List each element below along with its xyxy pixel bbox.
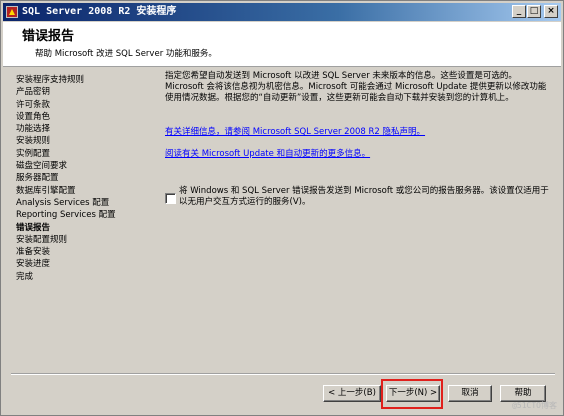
nav-step-item: 完成 [16,271,34,282]
step-navigation: 安装程序支持规则 产品密钥 许可条款 设置角色功能选择 安装规则 实例配置磁盘空间要求 服务… [16,74,156,283]
page-header: 错误报告 帮助 Microsoft 改进 SQL Server 功能和服务。 [3,22,561,67]
nav-step-item: 准备安装 [16,247,51,258]
privacy-statement-link[interactable]: 有关详细信息，请参阅 Microsoft SQL Server 2008 R2 … [165,125,425,137]
cancel-button[interactable]: 取消 [448,385,492,402]
installer-window: SQL Server 2008 R2 安装程序 _ □ × 错误报告 帮助 Mi… [0,0,564,416]
page-title: 错误报告 [22,29,75,44]
nav-step-item: 错误报告 [16,222,51,233]
intro-text: 指定您希望自动发送到 Microsoft 以改进 SQL Server 未来版本… [165,71,547,103]
nav-step-item: 磁盘空间要求 [16,161,68,172]
nav-step-item: 功能选择 [16,124,51,135]
nav-step-item: 安装程序支持规则 [16,75,85,85]
next-button-highlight [381,379,443,409]
page-subtitle: 帮助 Microsoft 改进 SQL Server 功能和服务。 [35,49,217,59]
nav-step-item: 安装配置规则 [16,234,68,245]
nav-step-item: 安装进度 [16,259,51,270]
nav-step-item: Analysis Services 配置 [16,197,110,208]
error-reporting-checkbox[interactable] [165,193,176,204]
nav-step-item: 服务器配置 [16,173,59,184]
main-content: 指定您希望自动发送到 Microsoft 以改进 SQL Server 未来版本… [165,71,553,371]
nav-step-item: 安装规则 [16,136,51,147]
nav-step-item: 设置角色 [16,111,51,122]
nav-step-item: Reporting Services 配置 [16,210,116,221]
nav-step-item: 数据库引擎配置 [16,185,76,196]
back-button[interactable]: < 上一步(B) [323,385,381,402]
close-button[interactable]: × [544,5,558,18]
error-reporting-checkbox-label[interactable]: 将 Windows 和 SQL Server 错误报告发送到 Microsoft… [179,186,551,208]
minimize-button[interactable]: _ [512,5,526,18]
nav-step-item: 产品密钥 [16,87,51,98]
title-bar[interactable]: SQL Server 2008 R2 安装程序 _ □ × [3,3,561,21]
button-separator [11,373,555,375]
watermark: @51CTO博客 [512,401,557,410]
window-title: SQL Server 2008 R2 安装程序 [22,6,177,17]
microsoft-update-link[interactable]: 阅读有关 Microsoft Update 和自动更新的更多信息。 [165,147,370,159]
maximize-button[interactable]: □ [527,5,541,18]
sql-server-icon [6,6,18,18]
nav-step-item: 实例配置 [16,148,51,159]
nav-step-item: 许可条款 [16,99,51,110]
